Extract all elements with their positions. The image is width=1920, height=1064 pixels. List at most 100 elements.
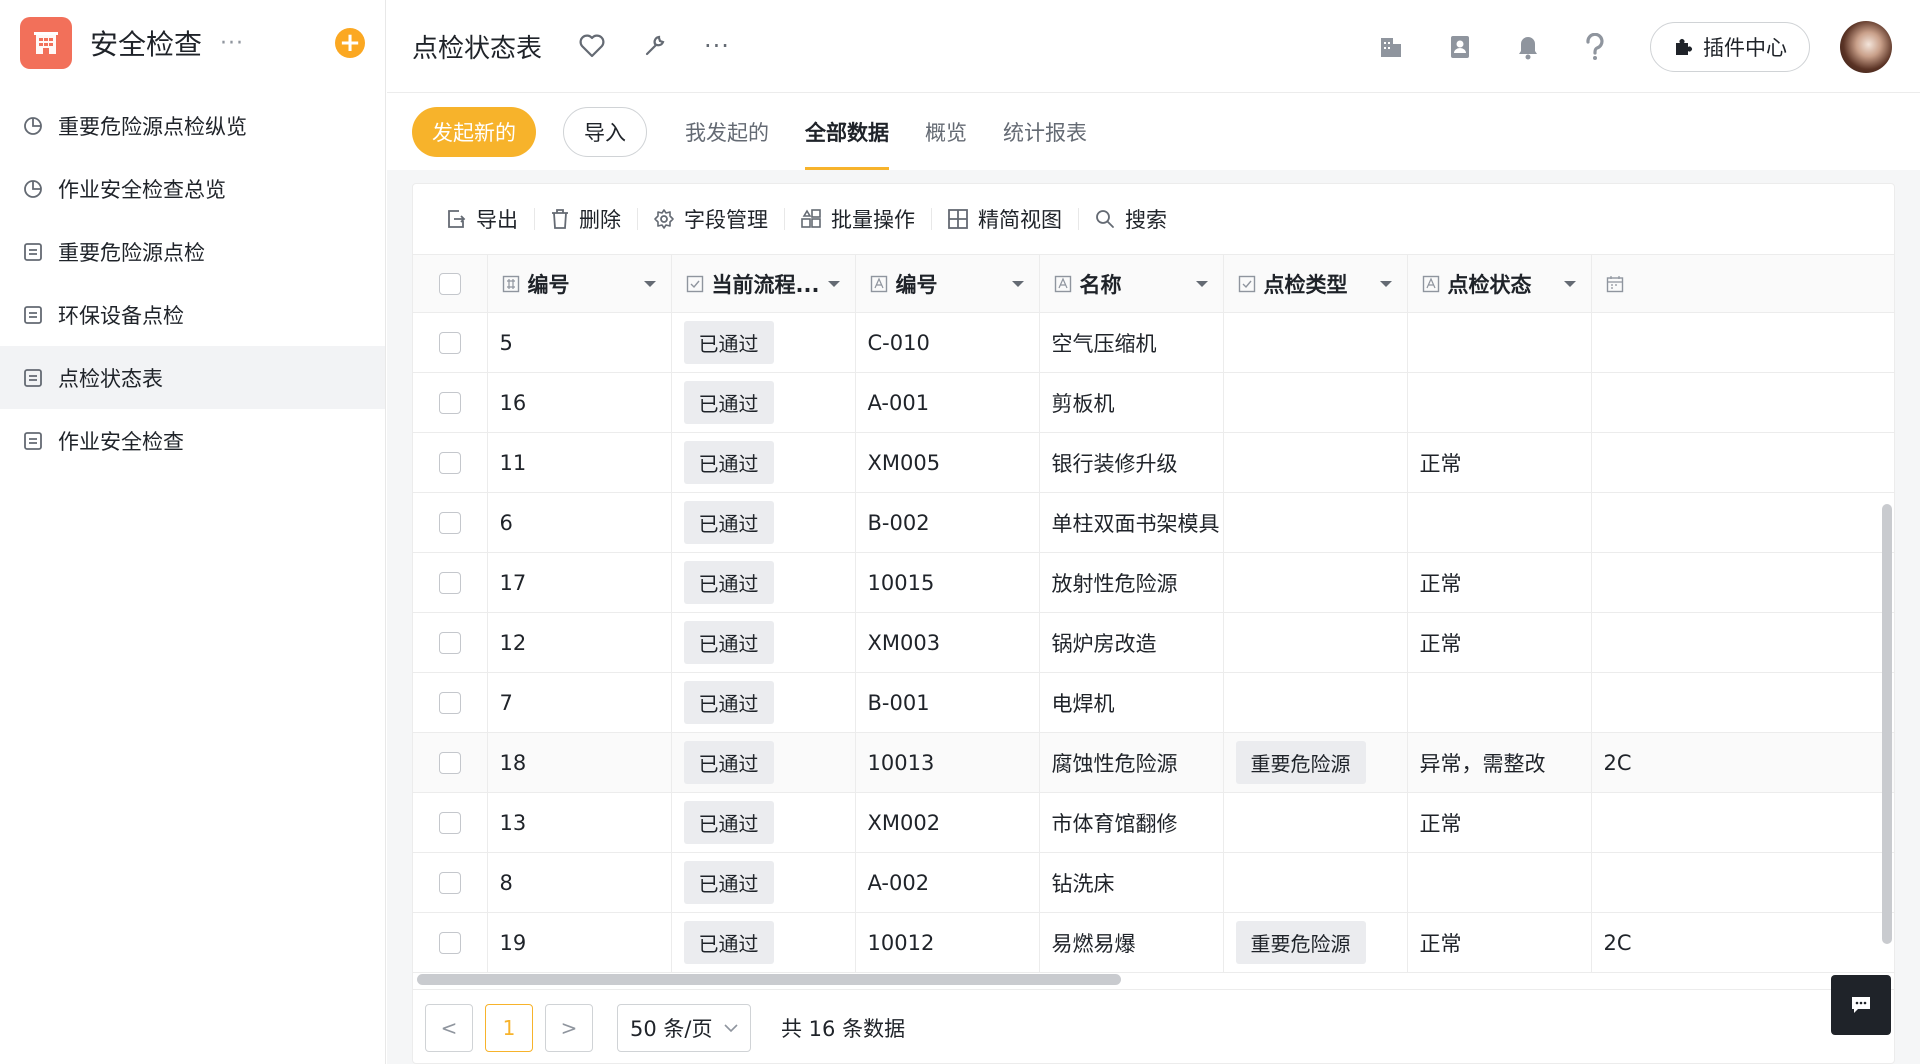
cell-date[interactable] [1591, 372, 1894, 433]
cell-flow-status[interactable]: 已通过 [671, 432, 856, 493]
cell-check-state[interactable]: 正常 [1407, 432, 1592, 493]
cell-check-state[interactable]: 正常 [1407, 552, 1592, 613]
cell-serial[interactable]: 5 [487, 312, 672, 373]
cell-code[interactable]: 10013 [855, 732, 1040, 793]
cell-flow-status[interactable]: 已通过 [671, 312, 856, 373]
table-row[interactable]: 13 已通过 XM002 市体育馆翻修 正常 [413, 792, 1894, 853]
table-row[interactable]: 11 已通过 XM005 银行装修升级 正常 [413, 432, 1894, 493]
cell-check-type[interactable]: 重要危险源 [1223, 732, 1408, 793]
cell-serial[interactable]: 13 [487, 792, 672, 853]
cell-code[interactable]: XM003 [855, 612, 1040, 673]
cell-serial[interactable]: 11 [487, 432, 672, 493]
bell-icon[interactable] [1516, 34, 1540, 60]
column-header-flow[interactable]: 当前流程... [671, 254, 856, 313]
cell-date[interactable] [1591, 852, 1894, 913]
avatar[interactable] [1840, 20, 1892, 73]
cell-name[interactable]: 电焊机 [1039, 672, 1224, 733]
row-checkbox[interactable] [438, 931, 461, 954]
column-header-date[interactable] [1591, 254, 1894, 313]
cell-check-state[interactable] [1407, 852, 1592, 913]
cell-date[interactable] [1591, 792, 1894, 853]
chat-icon[interactable] [1831, 975, 1891, 1035]
row-checkbox[interactable] [438, 391, 461, 414]
table-row[interactable]: 19 已通过 10012 易燃易爆 重要危险源 正常 2C [413, 912, 1894, 973]
row-checkbox[interactable] [438, 331, 461, 354]
caret-down-icon[interactable] [643, 279, 657, 289]
sidebar-item-safety-overview[interactable]: 作业安全检查总览 [0, 157, 385, 220]
cell-flow-status[interactable]: 已通过 [671, 492, 856, 553]
sidebar-item-env-check[interactable]: 环保设备点检 [0, 283, 385, 346]
building-icon[interactable] [20, 17, 72, 69]
cell-date[interactable] [1591, 492, 1894, 553]
cell-flow-status[interactable]: 已通过 [671, 612, 856, 673]
cell-date[interactable] [1591, 312, 1894, 373]
organization-icon[interactable] [1378, 34, 1404, 60]
app-more-icon[interactable]: ··· [220, 31, 244, 56]
caret-down-icon[interactable] [1195, 279, 1209, 289]
cell-name[interactable]: 钻洗床 [1039, 852, 1224, 913]
tab-all-data[interactable]: 全部数据 [805, 94, 889, 170]
tab-my-submissions[interactable]: 我发起的 [685, 94, 769, 170]
cell-check-state[interactable]: 异常，需整改 [1407, 732, 1592, 793]
cell-check-type[interactable] [1223, 492, 1408, 553]
page-size-select[interactable]: 50 条/页 [617, 1003, 751, 1052]
cell-check-type[interactable] [1223, 672, 1408, 733]
cell-date[interactable] [1591, 672, 1894, 733]
cell-check-state[interactable]: 正常 [1407, 612, 1592, 673]
horizontal-scrollbar[interactable] [417, 974, 1121, 985]
table-row[interactable]: 16 已通过 A-001 剪板机 [413, 372, 1894, 433]
cell-serial[interactable]: 19 [487, 912, 672, 973]
cell-check-type[interactable] [1223, 372, 1408, 433]
cell-serial[interactable]: 6 [487, 492, 672, 553]
cell-flow-status[interactable]: 已通过 [671, 792, 856, 853]
prev-page-button[interactable]: < [425, 1003, 473, 1052]
cell-name[interactable]: 放射性危险源 [1039, 552, 1224, 613]
cell-check-type[interactable]: 重要危险源 [1223, 912, 1408, 973]
caret-down-icon[interactable] [1011, 279, 1025, 289]
cell-flow-status[interactable]: 已通过 [671, 672, 856, 733]
table-row[interactable]: 6 已通过 B-002 单柱双面书架模具 [413, 492, 1894, 553]
page-button-current[interactable]: 1 [485, 1003, 533, 1052]
sidebar-item-hazard-check[interactable]: 重要危险源点检 [0, 220, 385, 283]
cell-date[interactable] [1591, 612, 1894, 673]
cell-check-state[interactable] [1407, 372, 1592, 433]
cell-serial[interactable]: 7 [487, 672, 672, 733]
cell-name[interactable]: 银行装修升级 [1039, 432, 1224, 493]
row-checkbox[interactable] [438, 631, 461, 654]
caret-down-icon[interactable] [827, 279, 841, 289]
import-button[interactable]: 导入 [563, 107, 647, 157]
table-row[interactable]: 7 已通过 B-001 电焊机 [413, 672, 1894, 733]
caret-down-icon[interactable] [1563, 279, 1577, 289]
compact-view-button[interactable]: 精简视图 [931, 204, 1078, 234]
cell-serial[interactable]: 17 [487, 552, 672, 613]
plugin-center-button[interactable]: 插件中心 [1650, 21, 1810, 72]
row-checkbox[interactable] [438, 451, 461, 474]
row-checkbox[interactable] [438, 511, 461, 534]
tab-overview[interactable]: 概览 [925, 94, 967, 170]
row-checkbox[interactable] [438, 751, 461, 774]
cell-check-type[interactable] [1223, 432, 1408, 493]
cell-serial[interactable]: 8 [487, 852, 672, 913]
table-row[interactable]: 17 已通过 10015 放射性危险源 正常 [413, 552, 1894, 613]
cell-check-type[interactable] [1223, 852, 1408, 913]
cell-check-type[interactable] [1223, 552, 1408, 613]
cell-code[interactable]: C-010 [855, 312, 1040, 373]
cell-name[interactable]: 单柱双面书架模具 [1039, 492, 1224, 553]
cell-code[interactable]: B-002 [855, 492, 1040, 553]
caret-down-icon[interactable] [1379, 279, 1393, 289]
new-record-button[interactable]: 发起新的 [412, 107, 536, 157]
help-icon[interactable] [1584, 32, 1606, 61]
cell-check-state[interactable] [1407, 312, 1592, 373]
row-checkbox[interactable] [438, 871, 461, 894]
wrench-icon[interactable] [642, 33, 668, 59]
cell-date[interactable]: 2C [1591, 912, 1894, 973]
batch-operation-button[interactable]: 批量操作 [784, 204, 931, 234]
more-icon[interactable]: ··· [704, 32, 730, 60]
cell-code[interactable]: XM005 [855, 432, 1040, 493]
cell-code[interactable]: A-001 [855, 372, 1040, 433]
cell-check-type[interactable] [1223, 612, 1408, 673]
cell-date[interactable] [1591, 432, 1894, 493]
cell-code[interactable]: XM002 [855, 792, 1040, 853]
column-header-code[interactable]: 编号 [855, 254, 1040, 313]
table-row[interactable]: 12 已通过 XM003 锅炉房改造 正常 [413, 612, 1894, 673]
